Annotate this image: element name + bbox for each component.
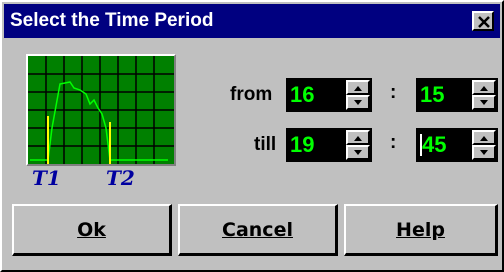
from-hours-value[interactable]: 16 — [290, 82, 314, 108]
help-button[interactable]: Help — [344, 204, 498, 256]
close-button[interactable] — [472, 11, 494, 31]
arrow-up-icon — [480, 86, 488, 91]
from-minutes-down-button[interactable] — [472, 95, 496, 110]
till-label: till — [254, 134, 277, 155]
till-hours-up-button[interactable] — [346, 130, 370, 145]
from-hours-up-button[interactable] — [346, 80, 370, 95]
arrow-up-icon — [354, 136, 362, 141]
till-minutes-spinner[interactable]: 45 — [416, 128, 498, 162]
till-minutes-spin-buttons — [472, 130, 496, 160]
till-hours-value[interactable]: 19 — [290, 132, 314, 158]
arrow-up-icon — [354, 86, 362, 91]
arrow-up-icon — [480, 136, 488, 141]
ok-button-label: Ok — [77, 219, 106, 241]
time-chart — [26, 54, 176, 166]
arrow-down-icon — [354, 150, 362, 155]
title-bar[interactable]: Select the Time Period — [4, 4, 500, 38]
from-minutes-spin-buttons — [472, 80, 496, 110]
till-minutes-value[interactable]: 45 — [422, 132, 446, 158]
from-label: from — [230, 84, 273, 105]
till-hours-spinner[interactable]: 19 — [286, 128, 372, 162]
from-hours-spin-buttons — [346, 80, 370, 110]
from-minutes-spinner[interactable]: 15 — [416, 78, 498, 112]
ok-button[interactable]: Ok — [12, 204, 172, 256]
from-minutes-up-button[interactable] — [472, 80, 496, 95]
chart-plot — [28, 56, 174, 164]
arrow-down-icon — [480, 150, 488, 155]
till-hours-spin-buttons — [346, 130, 370, 160]
cancel-button[interactable]: Cancel — [178, 204, 338, 256]
till-minutes-down-button[interactable] — [472, 145, 496, 160]
till-separator: : — [390, 132, 397, 153]
from-hours-spinner[interactable]: 16 — [286, 78, 372, 112]
arrow-down-icon — [480, 100, 488, 105]
till-minutes-up-button[interactable] — [472, 130, 496, 145]
help-button-label: Help — [396, 219, 445, 241]
marker-t2-label: T2 — [106, 166, 135, 190]
time-period-dialog: Select the Time Period T1 T2 from 16: 1… — [0, 0, 504, 272]
activity-line — [30, 81, 168, 161]
from-hours-down-button[interactable] — [346, 95, 370, 110]
from-minutes-value[interactable]: 15 — [420, 82, 444, 108]
close-icon — [478, 16, 490, 28]
marker-t1-label: T1 — [32, 166, 61, 190]
arrow-down-icon — [354, 100, 362, 105]
till-hours-down-button[interactable] — [346, 145, 370, 160]
cancel-button-label: Cancel — [222, 219, 293, 241]
from-separator: : — [390, 82, 397, 103]
dialog-title: Select the Time Period — [10, 10, 214, 31]
